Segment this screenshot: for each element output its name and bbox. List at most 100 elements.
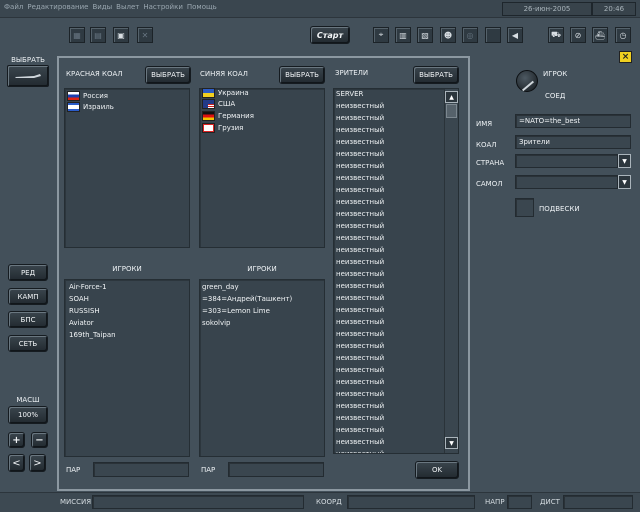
aircraft-select[interactable] xyxy=(515,175,618,189)
red-select-button[interactable]: ВЫБРАТЬ xyxy=(145,66,191,84)
scrollbar[interactable]: ▲ ▼ xyxy=(444,89,458,453)
list-item[interactable]: неизвестный xyxy=(336,352,384,364)
save-icon[interactable]: ▣ xyxy=(113,27,129,43)
list-item[interactable]: неизвестный xyxy=(336,160,384,172)
menu-settings[interactable]: Настройки xyxy=(143,3,183,11)
mode-campaign-button[interactable]: КАМП xyxy=(8,288,48,305)
mode-bps-button[interactable]: БПС xyxy=(8,311,48,328)
country-select[interactable] xyxy=(515,154,618,168)
pilot-icon[interactable]: ☻ xyxy=(440,27,456,43)
list-item[interactable]: неизвестный xyxy=(336,316,384,328)
scale-label: МАСШ xyxy=(16,396,40,404)
loadout-checkbox[interactable] xyxy=(515,198,534,217)
globe-icon[interactable]: ◎ xyxy=(462,27,478,43)
scroll-right-button[interactable]: > xyxy=(29,454,46,472)
zoom-out-button[interactable]: − xyxy=(31,432,48,448)
player-connection-knob[interactable] xyxy=(516,70,538,92)
zoom-value-button[interactable]: 100% xyxy=(8,406,48,424)
list-item[interactable]: Грузия xyxy=(202,122,243,134)
aircraft-dropdown-icon[interactable]: ▼ xyxy=(618,175,631,189)
coalition-field[interactable]: Зрители xyxy=(515,135,631,149)
red-players-list: Air-Force-1 SOAH RUSSISH Aviator 169th_T… xyxy=(64,279,190,457)
list-item[interactable]: неизвестный xyxy=(336,328,384,340)
scroll-down-icon[interactable]: ▼ xyxy=(445,437,458,449)
clock-icon[interactable]: ◷ xyxy=(615,27,631,43)
menu-views[interactable]: Виды xyxy=(92,3,112,11)
list-item[interactable]: Израиль xyxy=(67,101,114,113)
list-item[interactable]: неизвестный xyxy=(336,220,384,232)
mode-network-button[interactable]: СЕТЬ xyxy=(8,335,48,352)
list-item[interactable]: неизвестный xyxy=(336,388,384,400)
list-item[interactable]: США xyxy=(202,98,235,110)
sound-icon[interactable]: ◀ xyxy=(507,27,523,43)
ok-button[interactable]: OK xyxy=(415,461,459,479)
list-item[interactable]: неизвестный xyxy=(336,112,384,124)
list-item[interactable]: неизвестный xyxy=(336,400,384,412)
list-item[interactable]: SOAH xyxy=(69,293,89,305)
new-icon[interactable]: ▦ xyxy=(69,27,85,43)
list-item[interactable]: неизвестный xyxy=(336,292,384,304)
list-item[interactable]: RUSSISH xyxy=(69,305,100,317)
list-item[interactable]: неизвестный xyxy=(336,208,384,220)
list-item[interactable]: неизвестный xyxy=(336,244,384,256)
list-item[interactable]: неизвестный xyxy=(336,100,384,112)
list-item[interactable]: неизвестный xyxy=(336,304,384,316)
blank-icon[interactable] xyxy=(485,27,501,43)
forbid-icon[interactable]: ⊘ xyxy=(570,27,586,43)
list-item[interactable]: Aviator xyxy=(69,317,94,329)
list-item[interactable]: =303=Lemon Lime xyxy=(202,305,270,317)
list-item[interactable]: неизвестный xyxy=(336,232,384,244)
list-item[interactable]: неизвестный xyxy=(336,340,384,352)
red-pair-field[interactable] xyxy=(93,462,189,477)
vehicle-icon[interactable]: ⛟ xyxy=(548,27,564,43)
list-item[interactable]: неизвестный xyxy=(336,376,384,388)
scroll-thumb[interactable] xyxy=(446,104,457,118)
list-item[interactable]: неизвестный xyxy=(336,172,384,184)
list-item[interactable]: неизвестный xyxy=(336,268,384,280)
zoom-in-button[interactable]: + xyxy=(8,432,25,448)
boat-icon[interactable]: ⛴ xyxy=(592,27,608,43)
list-item[interactable]: Air-Force-1 xyxy=(69,281,107,293)
list-item[interactable]: неизвестный xyxy=(336,364,384,376)
list-item[interactable]: неизвестный xyxy=(336,412,384,424)
list-item[interactable]: неизвестный xyxy=(336,136,384,148)
list-item[interactable]: неизвестный xyxy=(336,436,384,448)
blue-pair-field[interactable] xyxy=(228,462,324,477)
list-item[interactable]: неизвестный xyxy=(336,196,384,208)
tool-icon-2[interactable]: ▥ xyxy=(395,27,411,43)
menu-help[interactable]: Помощь xyxy=(187,3,217,11)
open-icon[interactable]: ▤ xyxy=(90,27,106,43)
spectators-select-button[interactable]: ВЫБРАТЬ xyxy=(413,66,459,84)
aircraft-select-button[interactable] xyxy=(7,65,49,87)
scroll-left-button[interactable]: < xyxy=(8,454,25,472)
list-item[interactable]: неизвестный xyxy=(336,280,384,292)
list-item[interactable]: Германия xyxy=(202,110,254,122)
list-item[interactable]: неизвестный xyxy=(336,124,384,136)
delete-icon[interactable]: ✕ xyxy=(137,27,153,43)
blue-select-button[interactable]: ВЫБРАТЬ xyxy=(279,66,325,84)
list-item[interactable]: неизвестный xyxy=(336,184,384,196)
list-item[interactable]: неизвестный xyxy=(336,148,384,160)
mode-edit-button[interactable]: РЕД xyxy=(8,264,48,281)
tool-icon-1[interactable]: ⌖ xyxy=(373,27,389,43)
menu-flight[interactable]: Вылет xyxy=(116,3,139,11)
list-item[interactable]: неизвестный xyxy=(336,256,384,268)
distance-label: ДИСТ xyxy=(540,498,560,506)
list-item[interactable]: неизвестный xyxy=(336,448,384,453)
close-icon[interactable]: × xyxy=(619,51,632,63)
menu-edit[interactable]: Редактирование xyxy=(27,3,88,11)
list-item[interactable]: 169th_Taipan xyxy=(69,329,116,341)
country-dropdown-icon[interactable]: ▼ xyxy=(618,154,631,168)
list-item[interactable]: неизвестный xyxy=(336,424,384,436)
start-button[interactable]: Старт xyxy=(310,26,350,44)
list-item[interactable]: SERVER xyxy=(336,89,363,100)
aircraft-icon xyxy=(15,74,41,78)
list-item[interactable]: green_day xyxy=(202,281,239,293)
mission-field xyxy=(92,495,304,509)
scroll-up-icon[interactable]: ▲ xyxy=(445,91,458,103)
tool-icon-3[interactable]: ▧ xyxy=(417,27,433,43)
menu-file[interactable]: Файл xyxy=(4,3,23,11)
name-field[interactable]: =NATO=the_best xyxy=(515,114,631,128)
list-item[interactable]: =384=Андрей(Ташкент) xyxy=(202,293,292,305)
list-item[interactable]: sokolvip xyxy=(202,317,231,329)
